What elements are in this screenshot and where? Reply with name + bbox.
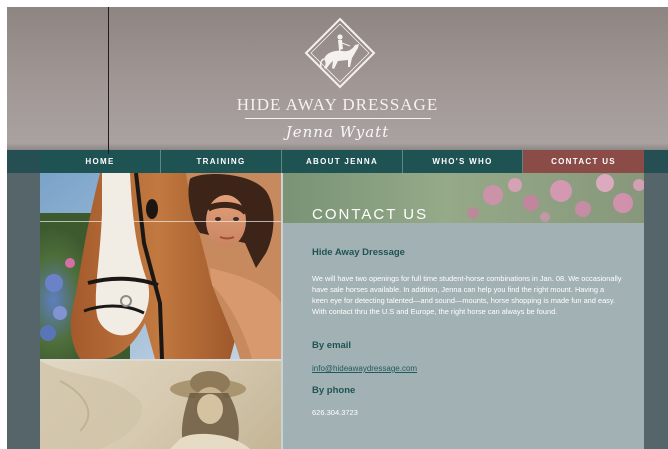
contact-content-panel: CONTACT US Hide Away Dressage We will ha… [283,173,644,449]
horse-and-rider-photo [40,173,281,359]
brand-title-rule [244,118,431,119]
nav-edge-left [7,150,40,173]
main-nav: HOME TRAINING ABOUT JENNA WHO'S WHO CONT… [7,150,668,173]
nav-item-whos-who[interactable]: WHO'S WHO [403,150,523,173]
intro-paragraph: We will have two openings for full time … [312,274,622,316]
nav-item-home[interactable]: HOME [40,150,161,173]
nav-edge-right [644,150,668,173]
site-header: HIDE AWAY DRESSAGE Jenna Wyatt [7,7,668,150]
flowers-banner: CONTACT US [283,173,644,223]
banner-title: CONTACT US [312,206,429,223]
horse-rider-logo-icon [304,17,376,89]
nav-item-about-jenna[interactable]: ABOUT JENNA [282,150,403,173]
woman-in-hat-photo [40,361,281,449]
nav-item-contact-us[interactable]: CONTACT US [523,150,644,173]
brand-title-text: HIDE AWAY DRESSAGE [236,95,439,114]
section-title: Hide Away Dressage [312,247,405,258]
brand-signature: Jenna Wyatt [285,123,390,141]
phone-number: 626.304.3723 [312,408,358,417]
page-frame: HIDE AWAY DRESSAGE Jenna Wyatt HOME TRAI… [7,7,668,449]
guide-line [108,7,109,154]
email-link[interactable]: info@hideawaydressage.com [312,364,417,373]
phone-heading: By phone [312,385,356,396]
brand-title: HIDE AWAY DRESSAGE [7,95,668,119]
header-shadow [7,143,668,150]
email-heading: By email [312,340,352,351]
nav-item-training[interactable]: TRAINING [161,150,282,173]
